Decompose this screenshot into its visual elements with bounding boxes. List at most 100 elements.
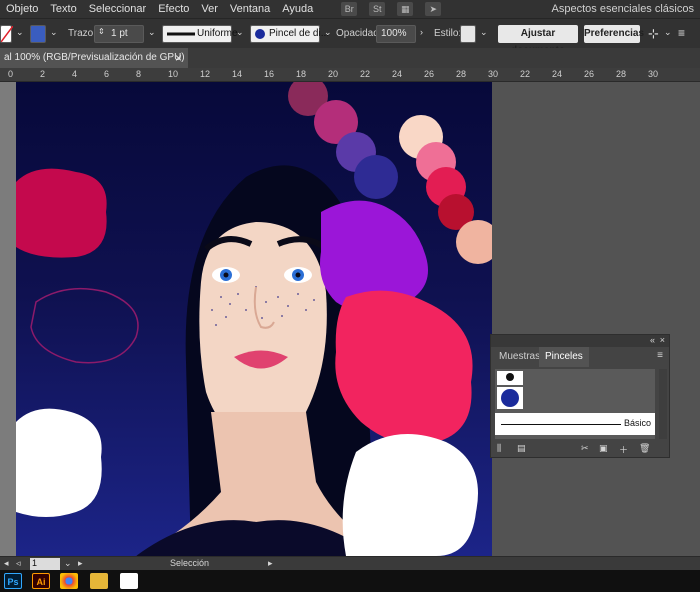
brush-item[interactable] bbox=[497, 371, 523, 385]
ruler-label: 18 bbox=[296, 69, 307, 79]
taskbar: Ps Ai bbox=[0, 570, 700, 592]
menu-ventana[interactable]: Ventana bbox=[224, 0, 276, 18]
style-swatch[interactable] bbox=[460, 25, 476, 43]
prev-artboard-icon[interactable]: ◃ bbox=[16, 558, 21, 569]
chevron-down-icon[interactable]: ⌄ bbox=[236, 27, 244, 38]
chevron-right-icon[interactable]: › bbox=[420, 27, 423, 37]
chevron-down-icon[interactable]: ⌄ bbox=[480, 27, 488, 38]
current-tool-label: Selección bbox=[170, 558, 210, 568]
new-brush-icon[interactable]: ＋ bbox=[619, 443, 628, 456]
chrome-icon[interactable] bbox=[60, 573, 78, 589]
chevron-down-icon[interactable]: ⌄ bbox=[664, 27, 672, 38]
brush-stroke-preview bbox=[501, 424, 621, 425]
arrange-documents-icon[interactable]: ▦ bbox=[397, 2, 414, 16]
ruler-label: 8 bbox=[136, 69, 142, 79]
document-tab-title: al 100% (RGB/Previsualización de GPU) bbox=[4, 52, 185, 63]
brush-definition-select[interactable]: Pincel de di... bbox=[250, 25, 329, 43]
bridge-icon[interactable]: Br bbox=[341, 2, 358, 16]
fill-swatch[interactable] bbox=[0, 25, 14, 43]
style-label: Estilo: bbox=[434, 28, 462, 39]
profile-value: Uniforme bbox=[197, 28, 238, 39]
folder-icon[interactable] bbox=[90, 573, 108, 589]
tab-pinceles[interactable]: Pinceles bbox=[539, 347, 589, 367]
horizontal-ruler[interactable]: 0 2 4 6 8 10 12 14 16 18 20 22 24 26 28 … bbox=[0, 68, 700, 82]
ruler-label: 0 bbox=[8, 69, 14, 79]
stroke-profile-select[interactable]: Uniforme bbox=[162, 25, 238, 43]
panel-menu-icon[interactable]: ≡ bbox=[657, 350, 663, 361]
ruler-label: 30 bbox=[488, 69, 499, 79]
none-slash-icon bbox=[0, 25, 14, 43]
first-artboard-icon[interactable]: ◂ bbox=[4, 558, 9, 569]
menu-ayuda[interactable]: Ayuda bbox=[276, 0, 319, 18]
gpu-performance-icon[interactable]: ➤ bbox=[425, 2, 442, 16]
menu-texto[interactable]: Texto bbox=[44, 0, 82, 18]
trash-icon[interactable]: 🗑 bbox=[639, 443, 650, 454]
stroke-weight-field[interactable]: 1 pt ⇕ bbox=[94, 25, 144, 43]
brush-value: Pincel de di... bbox=[269, 28, 330, 39]
chevron-down-icon[interactable]: ⌄ bbox=[324, 27, 332, 38]
brush-dot-icon bbox=[501, 389, 519, 407]
stroke-swatch[interactable] bbox=[30, 25, 46, 43]
workspace-switcher[interactable]: Aspectos esenciales clásicos bbox=[552, 0, 694, 18]
panel-header[interactable]: « × bbox=[491, 335, 669, 347]
options-icon[interactable]: ▣ bbox=[599, 443, 608, 454]
chevron-down-icon[interactable]: ⌄ bbox=[50, 27, 58, 38]
illustrator-icon[interactable]: Ai bbox=[32, 573, 50, 589]
chevron-down-icon[interactable]: ⌄ bbox=[64, 558, 72, 569]
stepper-icon[interactable]: ⇕ bbox=[98, 27, 105, 36]
stock-icon[interactable]: St bbox=[369, 2, 386, 16]
ruler-label: 16 bbox=[264, 69, 275, 79]
ruler-label: 30 bbox=[648, 69, 659, 79]
panel-menu-icon[interactable]: ≡ bbox=[678, 26, 685, 40]
brush-dot-icon bbox=[255, 29, 265, 39]
align-icon[interactable]: ⊹ bbox=[648, 26, 659, 42]
chevron-down-icon[interactable]: ⌄ bbox=[148, 27, 156, 38]
ruler-label: 24 bbox=[552, 69, 563, 79]
ruler-label: 2 bbox=[40, 69, 46, 79]
status-menu-icon[interactable]: ▸ bbox=[268, 558, 273, 569]
scrollbar[interactable] bbox=[659, 369, 667, 439]
white-flower-right[interactable] bbox=[342, 434, 478, 556]
stroke-weight-value: 1 pt bbox=[111, 28, 128, 39]
menu-objeto[interactable]: Objeto bbox=[0, 0, 44, 18]
fit-document-button[interactable]: Ajustar documento bbox=[498, 25, 578, 56]
ruler-label: 24 bbox=[392, 69, 403, 79]
photoshop-icon[interactable]: Ps bbox=[4, 573, 22, 589]
right-pupil bbox=[295, 272, 301, 278]
status-bar: ◂ ◃ 1 ⌄ ▸ Selección ▸ bbox=[0, 556, 700, 570]
panel-footer: ⫼ ▤ ✂ ▣ ＋ 🗑 bbox=[491, 441, 669, 457]
document-tab[interactable]: al 100% (RGB/Previsualización de GPU) × bbox=[0, 48, 188, 68]
brush-list[interactable]: Básico bbox=[495, 369, 667, 439]
white-flower-left[interactable] bbox=[16, 408, 102, 517]
brush-item[interactable] bbox=[497, 387, 523, 409]
artboard-number-field[interactable]: 1 bbox=[30, 558, 60, 570]
collapse-icon[interactable]: « bbox=[650, 335, 655, 345]
brush-library-icon[interactable]: ⫼ bbox=[497, 443, 501, 454]
remove-stroke-icon[interactable]: ✂ bbox=[581, 443, 589, 454]
photos-icon[interactable] bbox=[120, 573, 138, 589]
brush-item-basico[interactable]: Básico bbox=[495, 413, 655, 435]
menu-ver[interactable]: Ver bbox=[195, 0, 224, 18]
libraries-icon[interactable]: ▤ bbox=[517, 443, 526, 454]
close-icon[interactable]: × bbox=[660, 335, 665, 345]
ruler-label: 28 bbox=[456, 69, 467, 79]
pink-blob[interactable] bbox=[16, 168, 107, 258]
ruler-label: 28 bbox=[616, 69, 627, 79]
opacity-field[interactable]: 100% bbox=[376, 25, 416, 43]
ruler-label: 26 bbox=[584, 69, 595, 79]
menu-seleccionar[interactable]: Seleccionar bbox=[83, 0, 152, 18]
circle-swatch[interactable] bbox=[354, 155, 398, 199]
illustrator-window: Objeto Texto Seleccionar Efecto Ver Vent… bbox=[0, 0, 700, 592]
close-icon[interactable]: × bbox=[175, 48, 182, 68]
ruler-label: 12 bbox=[200, 69, 211, 79]
preferences-button[interactable]: Preferencias bbox=[584, 25, 644, 43]
menu-efecto[interactable]: Efecto bbox=[152, 0, 195, 18]
illustration[interactable] bbox=[16, 82, 492, 556]
stroke-label: Trazo: bbox=[68, 28, 96, 39]
outline-blob[interactable] bbox=[30, 287, 139, 364]
chevron-down-icon[interactable]: ⌄ bbox=[16, 27, 24, 38]
ruler-label: 22 bbox=[360, 69, 371, 79]
opacity-label: Opacidad: bbox=[336, 28, 382, 39]
artboard[interactable] bbox=[16, 82, 492, 556]
next-artboard-icon[interactable]: ▸ bbox=[78, 558, 83, 569]
